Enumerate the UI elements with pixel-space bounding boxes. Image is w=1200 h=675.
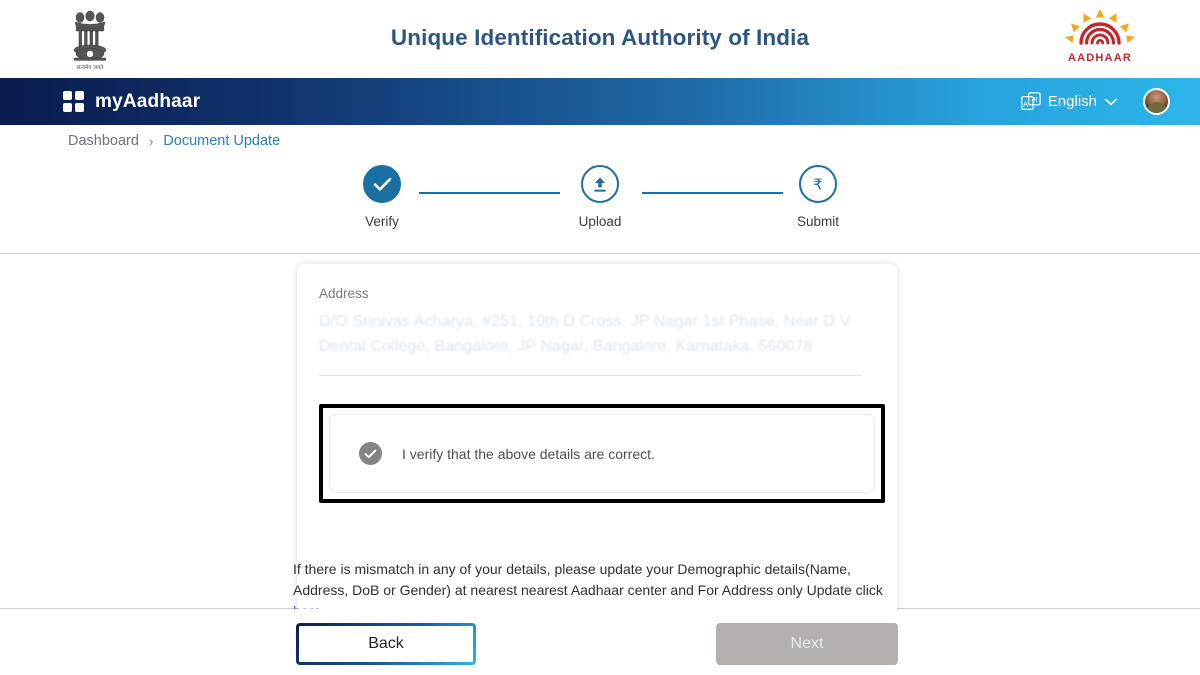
myaadhaar-brand[interactable]: myAadhaar (63, 91, 200, 113)
progress-stepper: Verify Upload ₹ Submit (0, 157, 1200, 253)
svg-text:सत्यमेव जयते: सत्यमेव जयते (77, 64, 104, 71)
stepper-step-submit[interactable]: ₹ Submit (781, 165, 855, 229)
svg-text:अ: अ (1031, 95, 1037, 104)
main-content: Address D/O Srinivas Acharya, #251, 10th… (0, 254, 1200, 675)
stepper-step-upload[interactable]: Upload (563, 165, 637, 229)
stepper-connector-1 (419, 192, 560, 194)
language-label: English (1047, 93, 1097, 110)
check-icon (363, 165, 401, 203)
breadcrumb-separator: › (148, 133, 154, 149)
translate-icon: A अ (1020, 92, 1041, 111)
back-button[interactable]: Back (296, 623, 476, 665)
disclaimer-text: If there is mismatch in any of your deta… (293, 561, 883, 598)
aadhaar-wordmark: AADHAAR (1067, 52, 1132, 64)
grid-menu-icon (63, 91, 84, 112)
form-footer: Back Next (0, 609, 1200, 675)
rupee-icon: ₹ (799, 165, 837, 203)
stepper-step-verify[interactable]: Verify (345, 165, 419, 229)
language-selector[interactable]: A अ English (1020, 92, 1117, 111)
user-avatar[interactable] (1143, 88, 1170, 115)
verify-highlight-outline: I verify that the above details are corr… (319, 404, 885, 503)
breadcrumb-item-dashboard[interactable]: Dashboard (68, 133, 139, 149)
main-navbar: myAadhaar A अ English (0, 78, 1200, 125)
next-button[interactable]: Next (716, 623, 898, 665)
verify-checkbox-row[interactable]: I verify that the above details are corr… (329, 414, 875, 493)
svg-text:₹: ₹ (813, 176, 823, 194)
stepper-connector-2 (642, 192, 783, 194)
breadcrumb: Dashboard › Document Update (0, 125, 1200, 157)
stepper-label-upload: Upload (578, 214, 622, 229)
stepper-label-verify: Verify (365, 214, 399, 229)
page-title: Unique Identification Authority of India (390, 25, 810, 50)
field-divider (319, 375, 862, 376)
address-value: D/O Srinivas Acharya, #251, 10th D Cross… (319, 313, 851, 355)
site-header: सत्यमेव जयते Unique Identification Autho… (0, 0, 1200, 78)
stepper-label-submit: Submit (796, 214, 840, 229)
chevron-down-icon (1105, 95, 1117, 109)
aadhaar-logo: AADHAAR (1055, 8, 1145, 70)
address-label: Address (319, 286, 369, 301)
verify-checkbox-label: I verify that the above details are corr… (402, 445, 655, 462)
breadcrumb-item-document-update[interactable]: Document Update (163, 133, 280, 149)
upload-icon (581, 165, 619, 203)
checkbox-checked-icon[interactable] (359, 442, 382, 465)
brand-label: myAadhaar (95, 90, 201, 112)
